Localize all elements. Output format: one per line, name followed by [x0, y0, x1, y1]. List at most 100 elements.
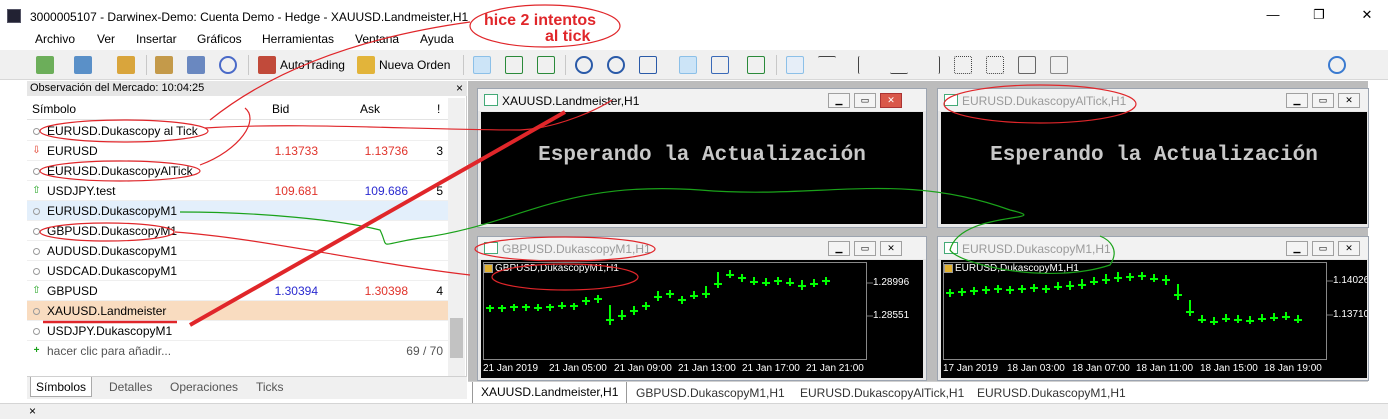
chart-canvas[interactable]: Esperando la Actualización [941, 112, 1367, 224]
text-tool-icon[interactable] [1018, 56, 1036, 74]
symbol-row[interactable]: AUDUSD.DukascopyM1 [27, 241, 448, 261]
chart-minimize-button[interactable]: ▁ [828, 93, 850, 108]
ask-price: 1.13736 [364, 144, 408, 158]
new-order-button[interactable]: Nueva Orden [379, 55, 450, 75]
symbol-row[interactable]: USDJPY.DukascopyM1 [27, 321, 448, 341]
crosshair-icon[interactable] [818, 56, 836, 74]
chart-window-xauusd[interactable]: XAUUSD.Landmeister,H1 ▁ ▭ ✕ Esperando la… [477, 88, 927, 228]
chart-window-gbpusd[interactable]: GBPUSD.DukascopyM1,H1 ▁ ▭ ✕ GBPUSD,Dukas… [477, 236, 927, 381]
chart-icon [944, 242, 958, 254]
chart-restore-button[interactable]: ▭ [854, 241, 876, 256]
search-icon[interactable] [1328, 56, 1346, 74]
profiles-icon[interactable] [74, 56, 92, 74]
chart-icon [944, 94, 958, 106]
chart-canvas[interactable]: Esperando la Actualización [481, 112, 923, 224]
terminal-icon[interactable] [187, 56, 205, 74]
menu-insertar[interactable]: Insertar [136, 32, 177, 46]
horizontal-line-icon[interactable] [890, 56, 908, 74]
symbol-name: EURUSD [47, 144, 98, 158]
menu-archivo[interactable]: Archivo [35, 32, 75, 46]
chart-restore-button[interactable]: ▭ [1312, 241, 1334, 256]
chart-restore-button[interactable]: ▭ [1312, 93, 1334, 108]
column-ask[interactable]: Ask [360, 102, 380, 116]
cursor-icon[interactable] [786, 56, 804, 74]
chart-close-button[interactable]: ✕ [880, 93, 902, 108]
zoom-in-icon[interactable] [575, 56, 593, 74]
trendline-icon[interactable] [922, 56, 940, 74]
zoom-out-icon[interactable] [607, 56, 625, 74]
chart-tab-gbpusd[interactable]: GBPUSD.DukascopyM1,H1 [636, 386, 785, 400]
symbol-row[interactable]: USDCAD.DukascopyM1 [27, 261, 448, 281]
autotrading-button[interactable]: AutoTrading [280, 55, 345, 75]
close-button[interactable]: ✕ [1352, 7, 1382, 25]
spread: 3 [436, 144, 443, 158]
vertical-line-icon[interactable] [858, 56, 876, 74]
chart-canvas[interactable]: GBPUSD,DukascopyM1,H1 1.28996 1.28551 21… [481, 260, 923, 378]
chart-window-eurusd-altick[interactable]: EURUSD.DukascopyAlTick,H1 ▁ ▭ ✕ Esperand… [937, 88, 1369, 228]
symbol-row[interactable]: ⇧ GBPUSD 1.30394 1.30398 4 [27, 281, 448, 301]
bar-chart-icon[interactable] [473, 56, 491, 74]
chart-tab-eurusd-altick[interactable]: EURUSD.DukascopyAlTick,H1 [800, 386, 964, 400]
column-spread[interactable]: ! [437, 102, 440, 116]
equidistant-channel-icon[interactable] [954, 56, 972, 74]
chart-canvas[interactable]: EURUSD,DukascopyM1,H1 1.14026 1.13710 17… [941, 260, 1367, 378]
chart-minimize-button[interactable]: ▁ [1286, 241, 1308, 256]
new-chart-icon[interactable] [36, 56, 54, 74]
menu-bar: Archivo Ver Insertar Gráficos Herramient… [0, 30, 1388, 50]
candlestick-icon[interactable] [505, 56, 523, 74]
tab-ticks[interactable]: Ticks [256, 380, 284, 394]
minimize-button[interactable]: — [1258, 7, 1288, 25]
chart-tab-eurusd-m1[interactable]: EURUSD.DukascopyM1,H1 [977, 386, 1126, 400]
fibonacci-icon[interactable] [986, 56, 1004, 74]
chart-shift-icon[interactable] [711, 56, 729, 74]
symbol-row[interactable]: GBPUSD.DukascopyM1 [27, 221, 448, 241]
chart-titlebar: GBPUSD.DukascopyM1,H1 ▁ ▭ ✕ [478, 237, 926, 259]
chart-restore-button[interactable]: ▭ [854, 93, 876, 108]
menu-graficos[interactable]: Gráficos [197, 32, 242, 46]
symbol-row-selected[interactable]: XAUUSD.Landmeister [27, 301, 448, 321]
waiting-message: Esperando la Actualización [538, 144, 866, 167]
scrollbar-thumb[interactable] [450, 318, 463, 358]
new-order-icon[interactable] [357, 56, 375, 74]
price-label-low: 1.28551 [873, 310, 910, 321]
symbol-row[interactable]: EURUSD.DukascopyM1 [27, 201, 448, 221]
indicators-icon[interactable] [747, 56, 765, 74]
symbol-row[interactable]: ⇧ USDJPY.test 109.681 109.686 5 [27, 181, 448, 201]
data-window-icon[interactable] [117, 56, 135, 74]
market-watch-scrollbar[interactable] [448, 98, 465, 376]
menu-ventana[interactable]: Ventana [355, 32, 399, 46]
symbol-row[interactable]: EURUSD.Dukascopy al Tick [27, 121, 448, 141]
tab-detalles[interactable]: Detalles [109, 380, 152, 394]
chart-close-button[interactable]: ✕ [1338, 241, 1360, 256]
navigator-icon[interactable] [155, 56, 173, 74]
autoscroll-icon[interactable] [679, 56, 697, 74]
chart-close-button[interactable]: ✕ [880, 241, 902, 256]
column-bid[interactable]: Bid [272, 102, 289, 116]
plus-icon: + [33, 345, 40, 356]
maximize-button[interactable]: ❐ [1304, 7, 1334, 25]
autotrading-icon[interactable] [258, 56, 276, 74]
add-symbol-row[interactable]: + hacer clic para añadir... 69 / 70 [27, 341, 448, 361]
menu-herramientas[interactable]: Herramientas [262, 32, 334, 46]
chart-tab-xauusd[interactable]: XAUUSD.Landmeister,H1 [472, 382, 628, 404]
market-watch-close-button[interactable]: × [456, 81, 463, 96]
line-chart-icon[interactable] [537, 56, 555, 74]
menu-ayuda[interactable]: Ayuda [420, 32, 454, 46]
menu-ver[interactable]: Ver [97, 32, 115, 46]
arrows-icon[interactable] [1050, 56, 1068, 74]
column-symbol[interactable]: Símbolo [32, 102, 76, 116]
symbol-row[interactable]: ⇩ EURUSD 1.13733 1.13736 3 [27, 141, 448, 161]
status-dot-icon [33, 248, 40, 255]
tile-windows-icon[interactable] [639, 56, 657, 74]
tab-operaciones[interactable]: Operaciones [170, 380, 238, 394]
status-dot-icon [33, 208, 40, 215]
time-label: 21 Jan 17:00 [742, 363, 800, 374]
chart-minimize-button[interactable]: ▁ [828, 241, 850, 256]
chart-minimize-button[interactable]: ▁ [1286, 93, 1308, 108]
tab-simbolos[interactable]: Símbolos [30, 377, 93, 397]
chart-window-eurusd-m1[interactable]: EURUSD.DukascopyM1,H1 ▁ ▭ ✕ EURUSD,Dukas… [937, 236, 1369, 381]
symbol-row[interactable]: EURUSD.DukascopyAlTick [27, 161, 448, 181]
chart-close-button[interactable]: ✕ [1338, 93, 1360, 108]
status-close-button[interactable]: × [29, 404, 36, 418]
signals-icon[interactable] [219, 56, 237, 74]
